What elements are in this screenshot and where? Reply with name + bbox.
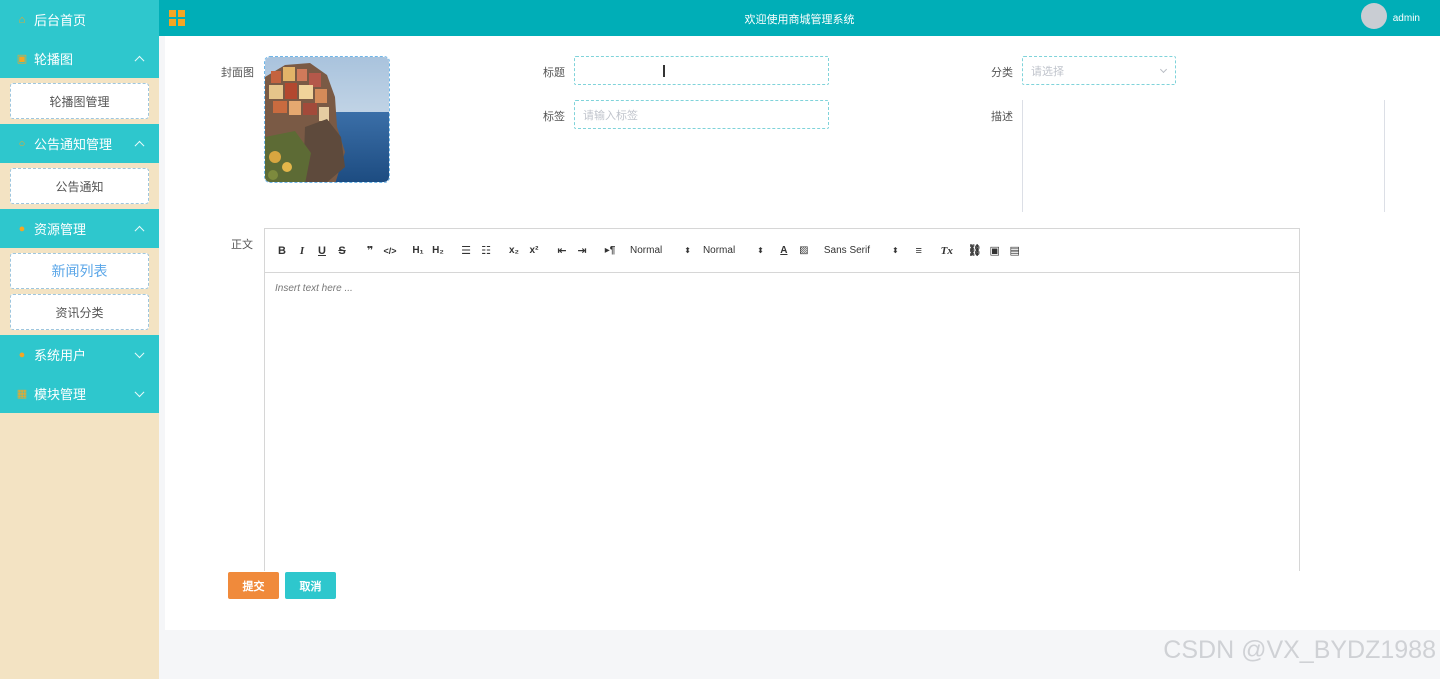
location-icon: ● xyxy=(18,222,26,235)
image-icon: ▣ xyxy=(16,53,28,65)
rich-text-editor: B I U S ❞ </> H₁ H₂ ☰ ☷ x₂ x² ⇤ ⇥ ▸¶ Nor… xyxy=(264,228,1300,571)
category-select[interactable]: 请选择 xyxy=(1022,56,1176,85)
superscript-icon[interactable]: x² xyxy=(526,242,542,260)
underline-icon[interactable]: U xyxy=(314,242,330,260)
clear-format-icon[interactable]: Tx xyxy=(939,242,955,260)
bell-icon: ○ xyxy=(18,137,26,150)
top-bar: 欢迎使用商城管理系统 admin xyxy=(159,0,1440,36)
submit-button[interactable]: 提交 xyxy=(228,572,279,599)
category-placeholder: 请选择 xyxy=(1031,65,1064,78)
bullet-list-icon[interactable]: ☷ xyxy=(478,242,494,260)
chevron-down-icon xyxy=(1159,65,1168,74)
rtl-icon[interactable]: ▸¶ xyxy=(602,242,618,260)
menu-modules-label: 模块管理 xyxy=(34,387,87,402)
home-icon: ⌂ xyxy=(18,13,26,26)
size-select-value: Normal xyxy=(702,245,736,256)
sidebar-item-carousel-manage[interactable]: 轮播图管理 xyxy=(10,83,149,119)
blockquote-icon[interactable]: ❞ xyxy=(362,242,378,260)
menu-carousel[interactable]: ▣ 轮播图 xyxy=(0,39,159,78)
text-color-icon[interactable]: A xyxy=(776,242,792,260)
sidebar-item-news-list[interactable]: 新闻列表 xyxy=(10,253,149,289)
header-select[interactable]: Normal ⬍ xyxy=(630,245,691,256)
cover-label: 封面图 xyxy=(221,67,254,79)
user-icon: ● xyxy=(18,348,26,361)
link-icon[interactable]: ⛓ xyxy=(967,242,983,260)
desc-label: 描述 xyxy=(991,111,1013,123)
sidebar-item-news-category[interactable]: 资讯分类 xyxy=(10,294,149,330)
strike-icon[interactable]: S xyxy=(334,242,350,260)
header-title: 欢迎使用商城管理系统 xyxy=(744,14,855,26)
subscript-icon[interactable]: x₂ xyxy=(506,242,522,260)
menu-notice[interactable]: ○ 公告通知管理 xyxy=(0,124,159,163)
updown-icon: ⬍ xyxy=(892,246,899,255)
ordered-list-icon[interactable]: ☰ xyxy=(458,242,474,260)
menu-users[interactable]: ● 系统用户 xyxy=(0,335,159,374)
size-select[interactable]: Normal ⬍ xyxy=(703,245,764,256)
cancel-button[interactable]: 取消 xyxy=(285,572,336,599)
chevron-down-icon xyxy=(134,347,145,358)
tag-input[interactable]: 请输入标签 xyxy=(574,100,829,129)
menu-resource[interactable]: ● 资源管理 xyxy=(0,209,159,248)
notice-submenu: 公告通知 xyxy=(0,163,159,209)
watermark: CSDN @VX_BYDZ1988 xyxy=(1163,636,1436,664)
desc-textarea[interactable] xyxy=(1022,100,1385,212)
editor-content[interactable]: Insert text here ... xyxy=(265,273,1299,304)
tag-placeholder: 请输入标签 xyxy=(583,109,638,122)
body-label: 正文 xyxy=(231,239,253,251)
cover-image-upload[interactable] xyxy=(264,56,390,183)
font-select-value: Sans Serif xyxy=(823,245,871,256)
editor-toolbar: B I U S ❞ </> H₁ H₂ ☰ ☷ x₂ x² ⇤ ⇥ ▸¶ Nor… xyxy=(265,229,1299,273)
grid-icon: ▦ xyxy=(16,388,28,400)
menu-resource-label: 资源管理 xyxy=(34,222,87,237)
font-select[interactable]: Sans Serif ⬍ xyxy=(824,245,899,256)
menu-home-label: 后台首页 xyxy=(34,13,87,28)
menu-notice-label: 公告通知管理 xyxy=(34,137,113,152)
category-label: 分类 xyxy=(991,67,1013,79)
menu-carousel-label: 轮播图 xyxy=(34,52,74,67)
menu-home[interactable]: ⌂ 后台首页 xyxy=(0,0,159,39)
header-select-value: Normal xyxy=(630,245,663,256)
chevron-up-icon xyxy=(134,55,145,66)
news-edit-form: 封面图 标题 分类 请选择 标签 请输入标签 描述 正文 B I U S ❞ <… xyxy=(165,36,1440,630)
video-insert-icon[interactable]: ▤ xyxy=(1007,242,1023,260)
carousel-submenu: 轮播图管理 xyxy=(0,78,159,124)
menu-users-label: 系统用户 xyxy=(34,348,87,363)
menu-modules[interactable]: ▦ 模块管理 xyxy=(0,374,159,413)
image-insert-icon[interactable]: ▣ xyxy=(987,242,1003,260)
resource-submenu: 新闻列表 资讯分类 xyxy=(0,248,159,335)
align-icon[interactable]: ≡ xyxy=(911,242,927,260)
updown-icon: ⬍ xyxy=(684,246,691,255)
background-color-icon[interactable]: ▨ xyxy=(796,242,812,260)
chevron-up-icon xyxy=(134,225,145,236)
title-label: 标题 xyxy=(543,67,565,79)
h1-icon[interactable]: H₁ xyxy=(410,242,426,260)
code-icon[interactable]: </> xyxy=(382,242,398,260)
title-input[interactable] xyxy=(574,56,829,85)
bold-icon[interactable]: B xyxy=(274,242,290,260)
italic-icon[interactable]: I xyxy=(294,242,310,260)
chevron-up-icon xyxy=(134,140,145,151)
outdent-icon[interactable]: ⇤ xyxy=(554,242,570,260)
h2-icon[interactable]: H₂ xyxy=(430,242,446,260)
sidebar: ⌂ 后台首页 ▣ 轮播图 轮播图管理 ○ 公告通知管理 公告通知 ● 资源管理 … xyxy=(0,0,159,679)
cover-image xyxy=(265,57,389,182)
text-cursor xyxy=(663,65,665,77)
indent-icon[interactable]: ⇥ xyxy=(574,242,590,260)
chevron-down-icon xyxy=(134,386,145,397)
tag-label: 标签 xyxy=(543,111,565,123)
updown-icon: ⬍ xyxy=(757,246,764,255)
sidebar-item-notice[interactable]: 公告通知 xyxy=(10,168,149,204)
username[interactable]: admin xyxy=(1393,13,1420,24)
avatar[interactable] xyxy=(1361,3,1387,29)
